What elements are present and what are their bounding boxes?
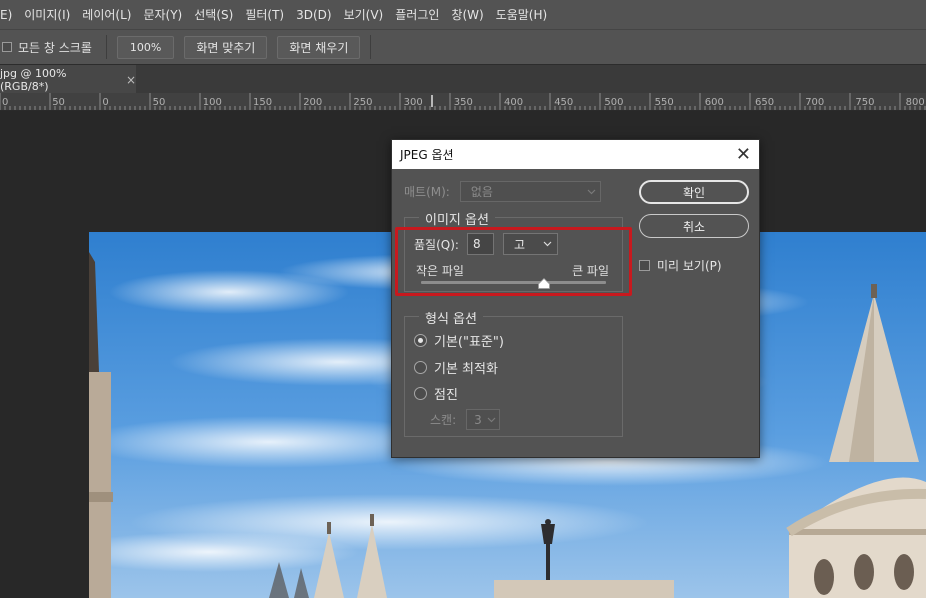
menu-3d[interactable]: 3D(D) xyxy=(290,8,337,22)
ruler-label: 650 xyxy=(755,97,774,108)
format-progressive-label: 점진 xyxy=(434,388,458,403)
document-tab[interactable]: jpg @ 100% (RGB/8*) × xyxy=(0,65,136,94)
format-options-title: 형식 옵션 xyxy=(419,308,483,327)
ruler-label: 500 xyxy=(604,97,623,108)
fill-screen-button[interactable]: 화면 채우기 xyxy=(277,35,361,59)
horizontal-ruler[interactable]: 0 50 0 50 100 150 200 250 300 350 400 450 500 550 600 6… xyxy=(0,93,926,111)
ruler-label: 250 xyxy=(353,97,372,108)
format-optimized-label: 기본 최적화 xyxy=(434,362,498,377)
ruler-label: 300 xyxy=(404,97,423,108)
image-options-title: 이미지 옵션 xyxy=(419,209,495,228)
radio-icon[interactable] xyxy=(414,387,427,400)
ruler-label: 600 xyxy=(705,97,724,108)
close-icon[interactable]: ✕ xyxy=(736,145,751,164)
radio-selected-icon[interactable] xyxy=(414,334,427,347)
scroll-all-windows-checkbox[interactable]: 모든 창 스크롤 xyxy=(2,39,92,56)
ruler-ticks: 0 50 0 50 100 150 200 250 300 350 400 450 500 550 600 6… xyxy=(0,93,926,110)
preview-checkbox[interactable]: 미리 보기(P) xyxy=(639,257,722,274)
scan-label: 스캔: xyxy=(430,413,457,427)
close-tab-icon[interactable]: × xyxy=(126,73,136,87)
matte-value: 없음 xyxy=(470,185,493,199)
menu-plugins[interactable]: 플러그인 xyxy=(389,6,445,23)
radio-icon[interactable] xyxy=(414,361,427,374)
matte-label: 매트(M): xyxy=(404,185,450,199)
scan-row: 스캔: 3 xyxy=(430,409,501,430)
scan-select[interactable]: 3 xyxy=(466,409,501,430)
menu-image[interactable]: 이미지(I) xyxy=(18,6,76,23)
ruler-label: 100 xyxy=(203,97,222,108)
fit-screen-button[interactable]: 화면 맞추기 xyxy=(184,35,268,59)
menu-edit[interactable]: E) xyxy=(0,8,18,22)
ruler-label: 800 xyxy=(906,97,925,108)
document-tab-title: jpg @ 100% (RGB/8*) xyxy=(0,66,67,93)
zoom-100-button[interactable]: 100% xyxy=(116,35,175,59)
document-tab-bar: jpg @ 100% (RGB/8*) × xyxy=(0,64,926,94)
ruler-label: 50 xyxy=(153,97,166,108)
divider xyxy=(105,35,107,59)
menu-layer[interactable]: 레이어(L) xyxy=(76,6,137,23)
checkbox-box[interactable] xyxy=(639,260,650,271)
menu-select[interactable]: 선택(S) xyxy=(188,6,239,23)
ruler-label: 200 xyxy=(303,97,322,108)
ruler-label: 0 xyxy=(2,97,8,108)
chevron-down-icon xyxy=(487,417,496,422)
jpeg-options-dialog: JPEG 옵션 ✕ 매트(M): 없음 이미지 옵션 품질(Q): 8 고 작은… xyxy=(391,139,760,458)
menu-filter[interactable]: 필터(T) xyxy=(239,6,290,23)
menu-type[interactable]: 문자(Y) xyxy=(137,6,188,23)
ruler-label: 50 xyxy=(52,97,65,108)
dialog-title: JPEG 옵션 xyxy=(400,148,454,162)
scan-value: 3 xyxy=(474,412,482,427)
ruler-label: 450 xyxy=(554,97,573,108)
quality-highlight-box xyxy=(395,227,632,296)
ruler-label: 150 xyxy=(253,97,272,108)
options-bar: 모든 창 스크롤 100% 화면 맞추기 화면 채우기 xyxy=(0,29,926,64)
menu-window[interactable]: 창(W) xyxy=(445,6,489,23)
menu-help[interactable]: 도움말(H) xyxy=(490,6,554,23)
preview-label: 미리 보기(P) xyxy=(657,259,722,273)
menu-view[interactable]: 보기(V) xyxy=(338,6,390,23)
dialog-title-bar[interactable]: JPEG 옵션 ✕ xyxy=(392,140,759,169)
format-optimized-radio[interactable]: 기본 최적화 xyxy=(414,358,498,377)
ruler-label: 750 xyxy=(855,97,874,108)
ruler-label: 550 xyxy=(655,97,674,108)
divider xyxy=(370,35,372,59)
ruler-label: 400 xyxy=(504,97,523,108)
format-progressive-radio[interactable]: 점진 xyxy=(414,384,458,403)
scroll-all-label: 모든 창 스크롤 xyxy=(18,40,92,55)
format-baseline-label: 기본("표준") xyxy=(434,335,504,350)
ruler-label: 350 xyxy=(454,97,473,108)
format-baseline-radio[interactable]: 기본("표준") xyxy=(414,331,504,350)
ruler-label: 0 xyxy=(102,97,108,108)
ruler-label: 700 xyxy=(805,97,824,108)
matte-row: 매트(M): 없음 xyxy=(404,181,601,202)
cancel-button[interactable]: 취소 xyxy=(639,214,749,238)
matte-select[interactable]: 없음 xyxy=(459,181,601,202)
ok-button[interactable]: 확인 xyxy=(639,180,749,204)
chevron-down-icon xyxy=(587,189,596,194)
menu-bar: E) 이미지(I) 레이어(L) 문자(Y) 선택(S) 필터(T) 3D(D)… xyxy=(0,0,926,29)
checkbox-box[interactable] xyxy=(2,42,12,52)
